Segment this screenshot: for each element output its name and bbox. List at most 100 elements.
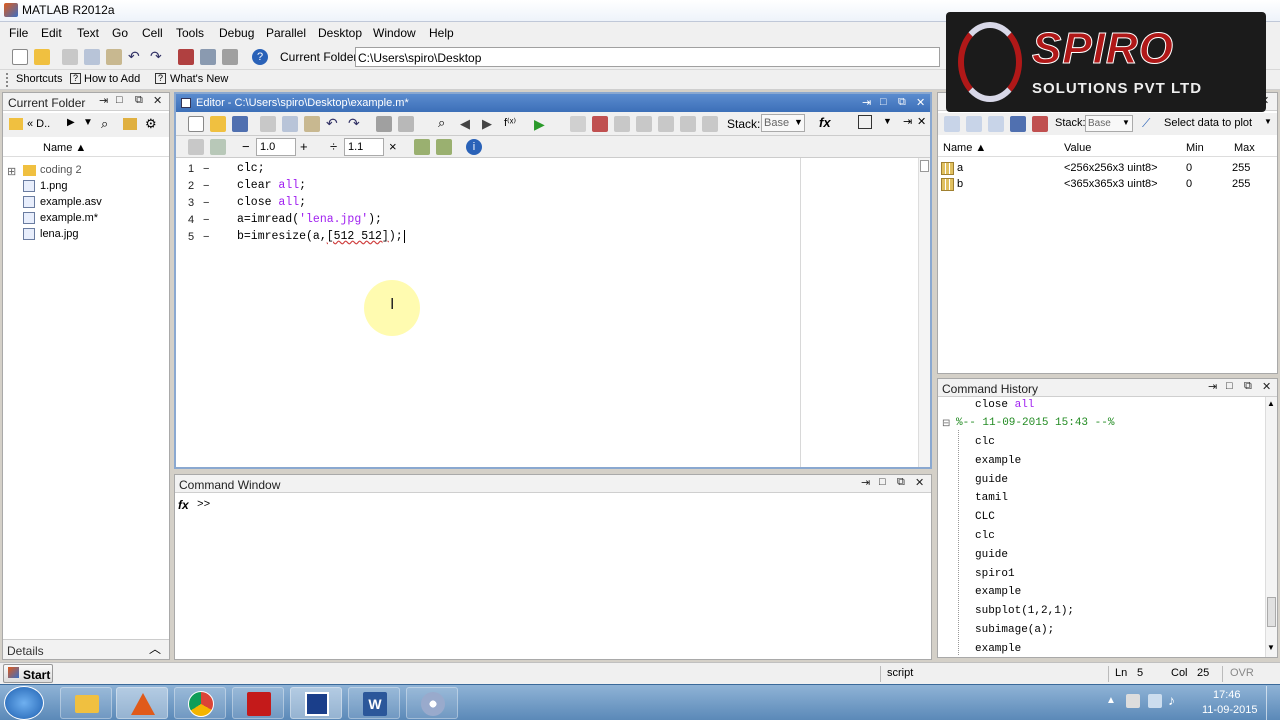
breakpoint-dash[interactable]: −	[203, 180, 209, 192]
run-icon[interactable]: ▶	[534, 116, 550, 132]
copy-icon[interactable]	[84, 49, 100, 65]
volume-icon[interactable]: ♪	[1168, 692, 1175, 708]
collapse-icon[interactable]: ⊟	[942, 418, 950, 429]
session-header[interactable]: %-- 11-09-2015 15:43 --%	[956, 417, 1114, 429]
restore-icon[interactable]: ⧉	[135, 94, 143, 107]
shortcuts-link[interactable]: Shortcuts	[16, 73, 62, 85]
back-icon[interactable]: ◀	[460, 116, 476, 132]
explorer-taskbar-button[interactable]	[60, 687, 112, 719]
history-item[interactable]: example	[975, 586, 1021, 598]
redo-icon[interactable]: ↷	[348, 116, 364, 132]
action-center-icon[interactable]	[1126, 694, 1140, 708]
history-item[interactable]: guide	[975, 474, 1008, 486]
editor-scrollbar[interactable]	[918, 158, 930, 467]
forward-icon[interactable]: ▶	[482, 116, 498, 132]
new-file-icon[interactable]	[12, 49, 28, 65]
undock-icon[interactable]: ⇥	[861, 476, 870, 489]
step-icon[interactable]	[614, 116, 630, 132]
menu-tools[interactable]: Tools	[176, 26, 204, 40]
paste-icon[interactable]	[106, 49, 122, 65]
history-item[interactable]: guide	[975, 549, 1008, 561]
whats-new-link[interactable]: What's New	[170, 73, 228, 85]
chevron-up-icon[interactable]: ︿	[149, 640, 161, 657]
new-file-icon[interactable]	[188, 116, 204, 132]
code-line[interactable]: clear all;	[237, 179, 306, 192]
how-to-add-link[interactable]: How to Add	[84, 73, 140, 85]
history-item[interactable]: tamil	[975, 492, 1008, 504]
find-icon[interactable]: ⌕	[438, 116, 454, 132]
close-icon[interactable]: ✕	[153, 94, 162, 107]
copy-icon[interactable]	[282, 116, 298, 132]
help-icon[interactable]: ?	[252, 49, 268, 65]
details-bar[interactable]: Details ︿	[3, 639, 169, 659]
menu-window[interactable]: Window	[373, 26, 416, 40]
close-icon[interactable]: ✕	[917, 115, 926, 128]
import-icon[interactable]	[988, 116, 1004, 132]
column-header[interactable]: Min	[1186, 142, 1204, 154]
breakpoint-dash[interactable]: −	[203, 231, 209, 243]
scrollbar-thumb[interactable]	[1267, 597, 1276, 627]
multiply-button[interactable]: ×	[389, 139, 397, 154]
new-variable-icon[interactable]	[944, 116, 960, 132]
chevron-down-icon[interactable]: ▼	[1264, 117, 1272, 126]
code-line[interactable]: a=imread('lena.jpg');	[237, 213, 382, 226]
scroll-up-icon[interactable]: ▲	[1267, 399, 1275, 408]
restore-icon[interactable]: ⧉	[1244, 380, 1252, 393]
menu-text[interactable]: Text	[77, 26, 99, 40]
menu-parallel[interactable]: Parallel	[266, 26, 306, 40]
undock-icon[interactable]: ⇥	[903, 115, 912, 128]
history-item[interactable]: example	[975, 643, 1021, 655]
divide-button[interactable]: ÷	[330, 139, 337, 154]
close-icon[interactable]: ✕	[1262, 380, 1271, 393]
fx-icon[interactable]: fx	[178, 498, 189, 512]
close-icon[interactable]: ✕	[915, 476, 924, 489]
menu-file[interactable]: File	[9, 26, 28, 40]
command-input-area[interactable]: fx >>	[175, 493, 931, 659]
acrobat-taskbar-button[interactable]	[232, 687, 284, 719]
stack-select[interactable]: Base ▼	[1085, 115, 1133, 132]
scrollbar-thumb[interactable]	[920, 160, 929, 172]
paste-icon[interactable]	[304, 116, 320, 132]
save-icon[interactable]	[1010, 116, 1026, 132]
tray-expand-icon[interactable]: ▲	[1106, 695, 1116, 706]
menu-debug[interactable]: Debug	[219, 26, 254, 40]
function-browser-icon[interactable]: f⁽ˣ⁾	[504, 116, 520, 132]
name-column-header[interactable]: Name ▲	[3, 139, 169, 157]
print-icon[interactable]	[376, 116, 392, 132]
chevron-down-icon[interactable]: ▼	[83, 117, 93, 128]
history-scrollbar[interactable]: ▲ ▼	[1265, 397, 1277, 657]
redo-icon[interactable]: ↷	[150, 49, 166, 65]
decrement-button[interactable]: −	[242, 139, 250, 154]
history-item[interactable]: spiro1	[975, 568, 1015, 580]
table-row[interactable]: a <256x256x3 uint8> 0 255	[938, 161, 1277, 177]
eval-advance-icon[interactable]	[436, 139, 452, 155]
show-desktop-button[interactable]	[1266, 686, 1278, 720]
profiler-icon[interactable]	[222, 49, 238, 65]
list-item[interactable]: 1.png	[40, 180, 68, 192]
menu-desktop[interactable]: Desktop	[318, 26, 362, 40]
continue-icon[interactable]	[680, 116, 696, 132]
stack-select[interactable]: Base ▼	[761, 114, 805, 132]
cell-value-input[interactable]: 1.0	[256, 138, 296, 156]
code-line[interactable]: b=imresize(a,[512 512]);	[237, 230, 405, 243]
undo-icon[interactable]: ↶	[128, 49, 144, 65]
cut-icon[interactable]	[62, 49, 78, 65]
gear-icon[interactable]: ⚙	[145, 116, 157, 132]
step-in-icon[interactable]	[636, 116, 652, 132]
restore-icon[interactable]: ⧉	[897, 476, 905, 489]
column-header[interactable]: Value	[1064, 142, 1091, 154]
restore-icon[interactable]: ⧉	[898, 96, 906, 109]
code-line[interactable]: close all;	[237, 196, 306, 209]
save-icon[interactable]	[232, 116, 248, 132]
folder-path[interactable]: « D..	[27, 118, 50, 130]
table-row[interactable]: b <365x365x3 uint8> 0 255	[938, 177, 1277, 193]
fx-icon[interactable]: fx	[819, 115, 831, 130]
menu-go[interactable]: Go	[112, 26, 128, 40]
split-view-icon[interactable]	[858, 115, 872, 129]
menu-help[interactable]: Help	[429, 26, 454, 40]
forward-icon[interactable]: ▶	[67, 117, 75, 128]
list-item[interactable]: example.m*	[40, 212, 98, 224]
guide-icon[interactable]	[200, 49, 216, 65]
windows-start-icon[interactable]	[4, 686, 44, 720]
history-item[interactable]: CLC	[975, 511, 995, 523]
